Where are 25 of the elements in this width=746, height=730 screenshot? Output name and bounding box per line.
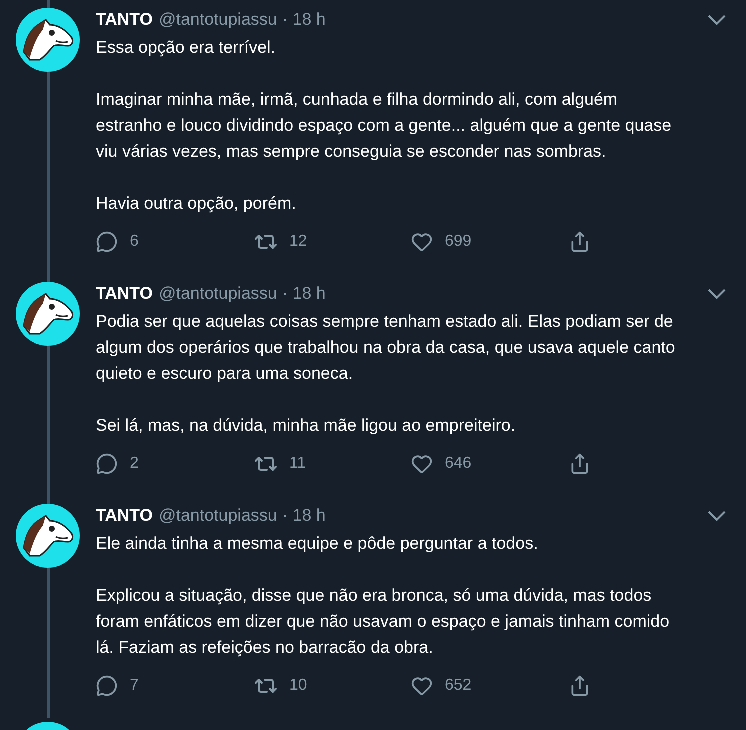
tweet-text: Havia outra opção, porém.: [96, 193, 298, 215]
display-name[interactable]: TANTO: [96, 281, 153, 307]
user-handle[interactable]: @tantotupiassu: [158, 281, 278, 307]
display-name[interactable]: TANTO: [96, 7, 153, 33]
tweet-text: Podia ser que aquelas coisas sempre tenham estado ali. Elas podiam ser de algum dos operários que trabalhou na obra da casa, que usava aquele canto quieto e escuro para uma soneca.: [96, 311, 676, 385]
tweet-text: Sei lá, mas, na dúvida, minha mãe ligou ao empreiteiro.: [96, 415, 517, 437]
like-count: 699: [445, 232, 472, 252]
display-name[interactable]: TANTO: [96, 503, 153, 529]
tweet-text: Imaginar minha mãe, irmã, cunhada e filha dormindo ali, com alguém estranho e louco dividindo espaço com a gente... alguém que a gente quase viu várias vezes, mas sempre conseguia se esconder nas sombras.: [96, 89, 673, 163]
retweet-count: 12: [290, 232, 308, 252]
retweet-count: 11: [290, 454, 306, 474]
user-handle[interactable]: @tantotupiassu: [158, 503, 278, 529]
tweet-text: Explicou a situação, disse que não era bronca, só uma dúvida, mas todos foram enfáticos em dizer que não usavam o espaço e jamais tinham comido lá. Faziam as refeições no barracão da obra.: [96, 585, 671, 659]
tweet-time[interactable]: · 18 h: [282, 7, 326, 33]
retweet-count: 10: [290, 676, 308, 696]
reply-count: 7: [130, 676, 139, 696]
tweet-time[interactable]: · 18 h: [282, 281, 326, 307]
user-handle[interactable]: @tantotupiassu: [158, 7, 278, 33]
like-count: 646: [445, 454, 472, 474]
like-count: 652: [445, 676, 472, 696]
reply-count: 6: [130, 232, 139, 252]
tweet-text: Ele ainda tinha a mesma equipe e pôde perguntar a todos.: [96, 533, 540, 555]
tweet-text: Essa opção era terrível.: [96, 37, 277, 59]
tweet-time[interactable]: · 18 h: [282, 503, 326, 529]
reply-count: 2: [130, 454, 139, 474]
